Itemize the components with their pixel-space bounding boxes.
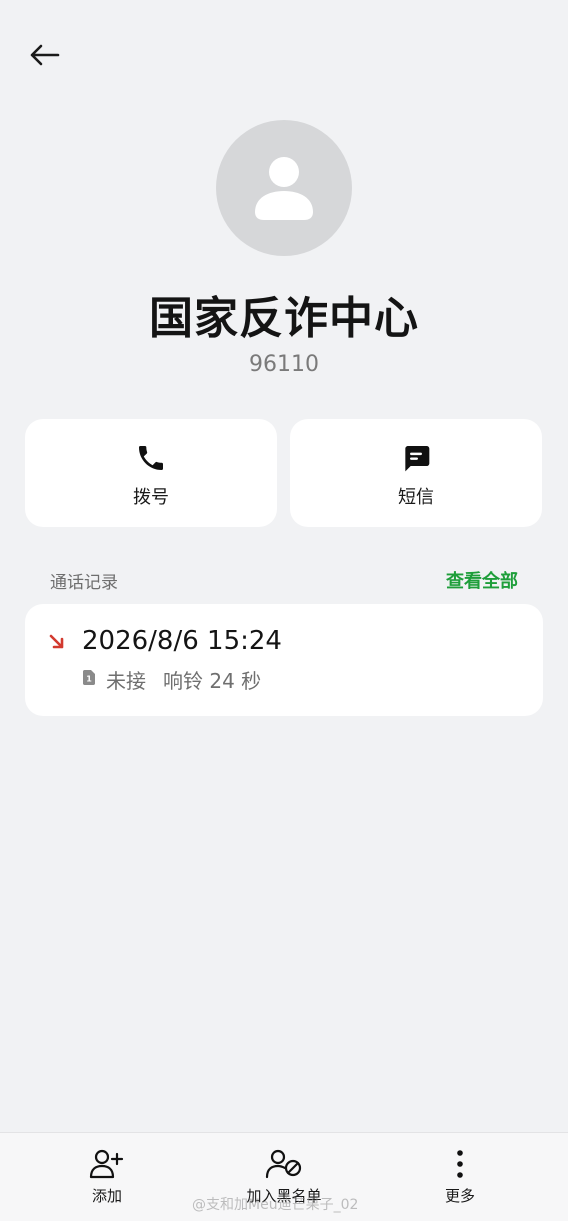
block-person-icon xyxy=(265,1149,302,1179)
call-log-entry[interactable]: 2026/8/6 15:24 1 未接 响铃 24 秒 xyxy=(25,604,543,716)
call-status: 未接 xyxy=(106,669,146,693)
add-contact-label: 添加 xyxy=(91,1187,122,1205)
contact-number: 96110 xyxy=(249,352,319,377)
back-button[interactable] xyxy=(22,36,66,74)
avatar xyxy=(216,120,352,256)
contact-name: 国家反诈中心 xyxy=(149,293,419,344)
phone-icon xyxy=(139,446,163,470)
more-vertical-icon xyxy=(457,1150,463,1178)
call-button[interactable]: 拨号 xyxy=(25,419,277,527)
sim-icon: 1 xyxy=(83,670,95,685)
call-label: 拨号 xyxy=(133,487,169,508)
more-label: 更多 xyxy=(444,1187,475,1205)
call-ring-duration: 响铃 24 秒 xyxy=(163,669,262,693)
add-contact-button[interactable]: 添加 xyxy=(37,1133,177,1221)
message-icon xyxy=(405,446,430,472)
call-log-title: 通话记录 xyxy=(50,573,118,593)
missed-call-icon xyxy=(49,634,64,649)
watermark: @支和加Meu迪芒果子_02 xyxy=(192,1197,359,1213)
view-all-link[interactable]: 查看全部 xyxy=(446,567,518,593)
call-datetime: 2026/8/6 15:24 xyxy=(82,626,282,656)
person-icon xyxy=(255,157,313,220)
sms-button[interactable]: 短信 xyxy=(290,419,542,527)
add-person-icon xyxy=(89,1149,124,1179)
more-button[interactable]: 更多 xyxy=(390,1133,530,1221)
sms-label: 短信 xyxy=(398,487,434,508)
back-arrow-icon xyxy=(30,44,60,66)
svg-text:1: 1 xyxy=(86,675,92,684)
